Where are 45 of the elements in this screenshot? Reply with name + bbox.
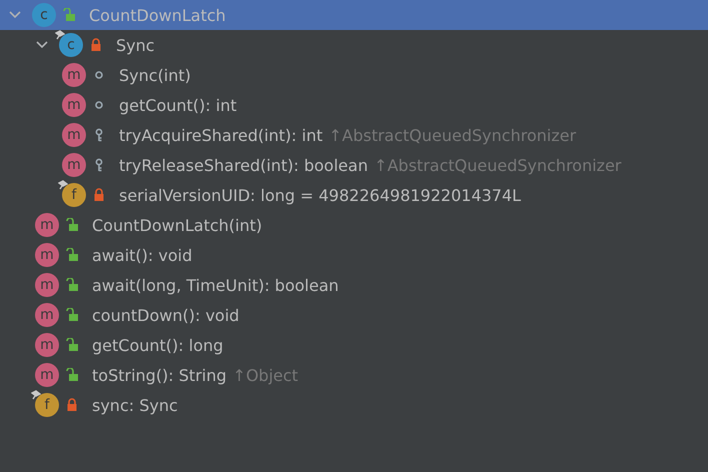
tree-item[interactable]: m tryReleaseShared(int): boolean ↑AbstractQueuedSynchronizer	[0, 150, 708, 180]
tree-item[interactable]: m Sync(int)	[0, 60, 708, 90]
member-label: toString(): String	[92, 366, 227, 384]
member-label: serialVersionUID: long = 4982264981922014374L	[119, 186, 521, 204]
member-label: countDown(): void	[92, 306, 240, 324]
member-label: await(long, TimeUnit): boolean	[92, 276, 339, 294]
member-label: getCount(): int	[119, 96, 237, 114]
member-label: tryAcquireShared(int): int	[119, 126, 323, 144]
member-label: CountDownLatch	[89, 6, 226, 24]
member-label: sync: Sync	[92, 396, 178, 414]
inherited-from-label: ↑AbstractQueuedSynchronizer	[328, 126, 576, 144]
method-icon: m	[62, 63, 86, 87]
tree-item[interactable]: m await(long, TimeUnit): boolean	[0, 270, 708, 300]
method-icon: m	[35, 213, 59, 237]
method-icon: m	[35, 303, 59, 327]
class-icon: c	[59, 33, 83, 57]
method-icon: m	[35, 243, 59, 267]
tree-item[interactable]: f sync: Sync	[0, 390, 708, 420]
tree-item[interactable]: m getCount(): long	[0, 330, 708, 360]
inherited-from-label: ↑Object	[232, 366, 298, 384]
class-icon: c	[32, 3, 56, 27]
member-label: Sync(int)	[119, 66, 191, 84]
member-label: CountDownLatch(int)	[92, 216, 262, 234]
member-label: Sync	[116, 36, 155, 54]
tree-item[interactable]: c CountDownLatch	[0, 0, 708, 30]
method-icon: m	[62, 123, 86, 147]
tree-item[interactable]: m getCount(): int	[0, 90, 708, 120]
tree-item[interactable]: m toString(): String ↑Object	[0, 360, 708, 390]
tree-item[interactable]: m countDown(): void	[0, 300, 708, 330]
tree-item[interactable]: f serialVersionUID: long = 4982264981922014374L	[0, 180, 708, 210]
member-label: tryReleaseShared(int): boolean	[119, 156, 368, 174]
tree-item[interactable]: m tryAcquireShared(int): int ↑AbstractQueuedSynchronizer	[0, 120, 708, 150]
inherited-from-label: ↑AbstractQueuedSynchronizer	[374, 156, 622, 174]
member-label: await(): void	[92, 246, 192, 264]
method-icon: m	[35, 333, 59, 357]
method-icon: m	[35, 273, 59, 297]
field-icon: f	[35, 393, 59, 417]
tree-item[interactable]: m await(): void	[0, 240, 708, 270]
field-icon: f	[62, 183, 86, 207]
method-icon: m	[62, 153, 86, 177]
tree-item[interactable]: m CountDownLatch(int)	[0, 210, 708, 240]
method-icon: m	[62, 93, 86, 117]
method-icon: m	[35, 363, 59, 387]
member-label: getCount(): long	[92, 336, 224, 354]
tree-item[interactable]: c Sync	[0, 30, 708, 60]
